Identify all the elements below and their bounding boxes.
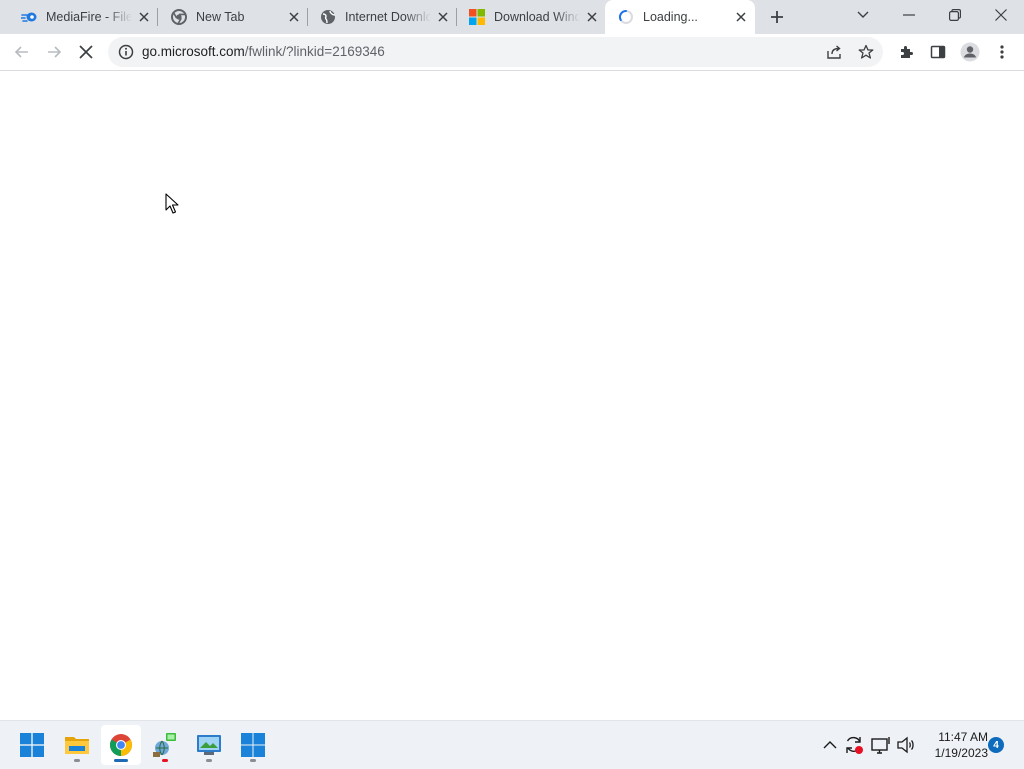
chrome-icon	[171, 9, 187, 25]
taskbar-network-app[interactable]	[145, 725, 185, 765]
share-button[interactable]	[822, 40, 846, 64]
forward-button[interactable]	[42, 40, 66, 64]
clock-date: 1/19/2023	[934, 746, 988, 760]
taskbar-chrome[interactable]	[101, 725, 141, 765]
tab-title: MediaFire - File	[46, 10, 132, 24]
chrome-menu-button[interactable]	[990, 40, 1014, 64]
chevron-down-icon	[857, 11, 869, 18]
windows-taskbar: 11:47 AM 1/19/2023	[0, 720, 1024, 769]
tab-mediafire[interactable]: MediaFire - File	[8, 0, 158, 34]
sync-alert-icon	[846, 736, 863, 754]
taskbar-microsoft-store[interactable]	[233, 725, 273, 765]
sync-tray-button[interactable]	[843, 734, 865, 756]
url-path: /fwlink/?linkid=2169346	[244, 44, 385, 59]
tab-internet-download[interactable]: Internet Downlo	[307, 0, 457, 34]
extensions-button[interactable]	[894, 40, 918, 64]
control-panel-icon	[197, 735, 221, 755]
network-monitor-icon	[871, 737, 890, 754]
running-indicator	[250, 759, 256, 762]
chevron-up-icon	[823, 741, 837, 749]
tab-loading[interactable]: Loading...	[605, 0, 755, 34]
puzzle-icon	[901, 46, 913, 58]
tab-title: New Tab	[196, 10, 245, 24]
globe-icon	[320, 9, 336, 25]
tab-new-tab[interactable]: New Tab	[158, 0, 308, 34]
notification-badge[interactable]: 4	[988, 737, 1004, 753]
tab-title: Loading...	[643, 10, 698, 24]
windows-start-icon	[20, 733, 44, 757]
bookmark-button[interactable]	[854, 40, 878, 64]
tab-download-windows[interactable]: Download Wind	[456, 0, 606, 34]
running-indicator	[206, 759, 212, 762]
page-content-blank	[0, 71, 1024, 720]
file-explorer-icon	[65, 737, 89, 754]
close-icon	[995, 9, 1007, 21]
microsoft-store-icon	[241, 733, 265, 757]
url-text[interactable]: go.microsoft.com/fwlink/?linkid=2169346	[142, 44, 385, 59]
loading-spinner-icon	[618, 9, 634, 25]
side-panel-button[interactable]	[926, 40, 950, 64]
clock-time: 11:47 AM	[938, 730, 988, 744]
profile-avatar-icon	[960, 42, 980, 62]
start-button[interactable]	[12, 725, 52, 765]
running-indicator	[162, 759, 168, 762]
mediafire-icon	[21, 9, 37, 25]
active-app-indicator	[114, 759, 128, 762]
minimize-button[interactable]	[886, 0, 932, 30]
plus-icon	[771, 11, 783, 23]
url-host: go.microsoft.com	[142, 44, 245, 59]
share-icon	[827, 45, 841, 59]
close-tab-icon[interactable]	[136, 9, 152, 25]
address-bar[interactable]: go.microsoft.com/fwlink/?linkid=2169346	[108, 37, 883, 67]
back-button[interactable]	[10, 40, 34, 64]
close-window-button[interactable]	[978, 0, 1024, 30]
close-tab-icon[interactable]	[286, 9, 302, 25]
side-panel-icon	[930, 45, 946, 59]
info-icon[interactable]	[118, 44, 134, 60]
new-tab-button[interactable]	[765, 6, 789, 28]
arrow-right-icon	[48, 46, 62, 58]
taskbar-file-explorer[interactable]	[57, 725, 97, 765]
mouse-cursor-icon	[165, 193, 179, 219]
network-tray-button[interactable]	[870, 734, 892, 756]
more-vertical-icon	[1000, 45, 1004, 59]
tab-title: Internet Downlo	[345, 10, 431, 24]
volume-tray-button[interactable]	[895, 734, 917, 756]
close-tab-icon[interactable]	[435, 9, 451, 25]
close-icon	[79, 45, 93, 59]
network-app-icon	[153, 733, 176, 757]
taskbar-clock[interactable]: 11:47 AM 1/19/2023	[922, 729, 988, 761]
arrow-left-icon	[14, 46, 28, 58]
close-tab-icon[interactable]	[733, 9, 749, 25]
close-tab-icon[interactable]	[584, 9, 600, 25]
show-hidden-icons-button[interactable]	[819, 734, 841, 756]
taskbar-control-panel[interactable]	[189, 725, 229, 765]
tab-search-button[interactable]	[840, 0, 886, 30]
browser-toolbar: go.microsoft.com/fwlink/?linkid=2169346	[0, 34, 1024, 71]
chrome-icon	[110, 734, 132, 756]
star-icon	[858, 44, 874, 59]
profile-button[interactable]	[958, 40, 982, 64]
tab-strip: MediaFire - File New Tab Internet Downlo	[0, 0, 1024, 34]
restore-button[interactable]	[932, 0, 978, 30]
running-indicator	[74, 759, 80, 762]
tab-title: Download Wind	[494, 10, 580, 24]
minimize-icon	[903, 14, 915, 16]
microsoft-logo-icon	[469, 9, 485, 25]
speaker-icon	[897, 736, 914, 754]
stop-loading-button[interactable]	[74, 40, 98, 64]
restore-icon	[949, 9, 961, 21]
